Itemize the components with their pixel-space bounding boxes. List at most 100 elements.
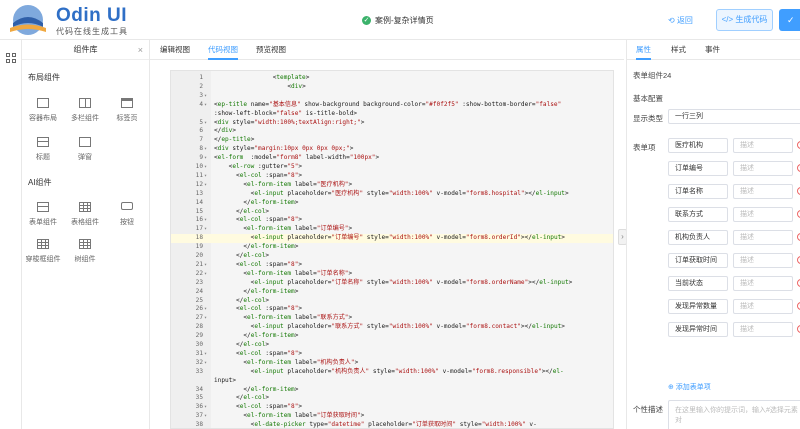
fold-arrow-icon[interactable]: ▾ (204, 119, 210, 128)
code-line[interactable]: 7 </ep-title> (171, 136, 613, 145)
component-transfer[interactable]: 穿梭框组件 (22, 239, 64, 264)
fold-arrow-icon[interactable]: ▾ (204, 163, 210, 172)
code-line[interactable]: 29 </el-form-item> (171, 332, 613, 341)
code-line[interactable]: :show-left-block="false" is-title-bold> (171, 110, 613, 119)
code-line[interactable]: 13 <el-input placeholder="医疗机构" style="w… (171, 190, 613, 199)
fold-arrow-icon[interactable]: ▾ (204, 101, 210, 110)
tab-edit-view[interactable]: 编辑视图 (160, 40, 190, 60)
fold-arrow-icon[interactable]: ▾ (204, 305, 210, 314)
confirm-button[interactable]: ✓ (779, 9, 800, 31)
code-line[interactable]: 9 ▾ <el-form :model="form8" label-width="1… (171, 154, 613, 163)
code-line[interactable]: 37 ▾ <el-form-item label="订单获取时间"> (171, 412, 613, 421)
form-item-desc-input[interactable]: 描述 (733, 322, 793, 337)
component-dialog[interactable]: 弹窗 (64, 137, 106, 162)
code-line[interactable]: 2 <div> (171, 83, 613, 92)
code-line[interactable]: 33 <el-input placeholder="机构负责人" style="… (171, 368, 613, 377)
code-line[interactable]: 15 </el-col> (171, 208, 613, 217)
form-item-label-input[interactable]: 订单编号 (668, 161, 728, 176)
fold-arrow-icon[interactable]: ▾ (204, 154, 210, 163)
form-item-desc-input[interactable]: 描述 (733, 207, 793, 222)
component-form[interactable]: 表单组件 (22, 202, 64, 227)
fold-arrow-icon[interactable]: ▾ (204, 261, 210, 270)
form-item-label-input[interactable]: 医疗机构 (668, 138, 728, 153)
code-line[interactable]: 17 ▾ <el-form-item label="订单编号"> (171, 225, 613, 234)
code-line[interactable]: 31 ▾ <el-col :span="8"> (171, 350, 613, 359)
fold-arrow-icon[interactable]: ▾ (204, 403, 210, 412)
fold-arrow-icon[interactable]: ▾ (204, 314, 210, 323)
form-item-desc-input[interactable]: 描述 (733, 230, 793, 245)
code-line[interactable]: 16 ▾ <el-col :span="8"> (171, 216, 613, 225)
tab-events[interactable]: 事件 (705, 40, 720, 60)
form-item-desc-input[interactable]: 描述 (733, 138, 793, 153)
code-line[interactable]: 12 ▾ <el-form-item label="医疗机构"> (171, 181, 613, 190)
fold-arrow-icon[interactable]: ▾ (204, 225, 210, 234)
code-line[interactable]: 36 ▾ <el-col :span="8"> (171, 403, 613, 412)
code-line[interactable]: 18 <el-input placeholder="订单编号" style="w… (171, 234, 613, 244)
form-item-label-input[interactable]: 当前状态 (668, 276, 728, 291)
code-line[interactable]: 22 ▾ <el-form-item label="订单名称"> (171, 270, 613, 279)
code-line[interactable]: 14 </el-form-item> (171, 199, 613, 208)
generate-code-button[interactable]: </> 生成代码 (716, 9, 773, 31)
form-item-desc-input[interactable]: 描述 (733, 253, 793, 268)
fold-arrow-icon[interactable]: ▾ (204, 350, 210, 359)
code-line[interactable]: 32 ▾ <el-form-item label="机构负责人"> (171, 359, 613, 368)
code-line[interactable]: 19 </el-form-item> (171, 243, 613, 252)
add-form-item-button[interactable]: ⊕ 添加表单项 (668, 382, 711, 392)
code-line[interactable]: 23 <el-input placeholder="订单名称" style="w… (171, 279, 613, 288)
code-line[interactable]: 25 </el-col> (171, 297, 613, 306)
form-item-label-input[interactable]: 订单获取时间 (668, 253, 728, 268)
form-item-desc-input[interactable]: 描述 (733, 161, 793, 176)
form-item-desc-input[interactable]: 描述 (733, 184, 793, 199)
display-type-select[interactable]: 一行三列 (668, 109, 800, 124)
code-line[interactable]: 21 ▾ <el-col :span="8"> (171, 261, 613, 270)
code-line[interactable]: 4 ▾ <ep-title name="基本信息" show-background … (171, 101, 613, 110)
component-multicol[interactable]: 多栏组件 (64, 98, 106, 123)
fold-arrow-icon[interactable]: ▾ (204, 181, 210, 190)
code-line[interactable]: 11 ▾ <el-col :span="8"> (171, 172, 613, 181)
fold-arrow-icon[interactable]: ▾ (204, 145, 210, 154)
code-editor[interactable]: 1 <template> 2 <div> 3 ▾ 4 ▾ <ep-title name="基… (170, 70, 614, 429)
form-item-label-input[interactable]: 发现异常数量 (668, 299, 728, 314)
code-line[interactable]: 28 <el-input placeholder="联系方式" style="w… (171, 323, 613, 332)
custom-desc-textarea[interactable]: 在这里输入你的提示词，输入#选择元素对 (668, 400, 800, 429)
form-item-label-input[interactable]: 订单名称 (668, 184, 728, 199)
form-item-label-input[interactable]: 发现异常时间 (668, 322, 728, 337)
apps-grid-icon[interactable] (6, 53, 16, 63)
tab-styles[interactable]: 样式 (671, 40, 686, 60)
tab-code-view[interactable]: 代码视图 (208, 40, 238, 60)
code-line[interactable]: 38 <el-date-picker type="datetime" place… (171, 421, 613, 428)
code-line[interactable]: 24 </el-form-item> (171, 288, 613, 297)
fold-arrow-icon[interactable]: ▾ (204, 359, 210, 368)
code-line[interactable]: 6 </div> (171, 127, 613, 136)
tab-properties[interactable]: 属性 (636, 40, 651, 60)
code-line[interactable]: 5 ▾ <div style="width:100%;textAlign:right… (171, 119, 613, 128)
close-icon[interactable]: × (138, 40, 143, 60)
component-tree[interactable]: 树组件 (64, 239, 106, 264)
form-item-label-input[interactable]: 机构负责人 (668, 230, 728, 245)
back-button[interactable]: ⟲ 返回 (668, 15, 693, 26)
form-item-label-input[interactable]: 联系方式 (668, 207, 728, 222)
code-line[interactable]: 35 </el-col> (171, 394, 613, 403)
code-line[interactable]: 1 <template> (171, 74, 613, 83)
code-line[interactable]: input> (171, 377, 613, 386)
fold-arrow-icon[interactable]: ▾ (204, 412, 210, 421)
form-item-desc-input[interactable]: 描述 (733, 299, 793, 314)
fold-arrow-icon[interactable]: ▾ (204, 92, 210, 101)
code-line[interactable]: 10 ▾ <el-row :gutter="5"> (171, 163, 613, 172)
fold-arrow-icon[interactable]: ▾ (204, 172, 210, 181)
component-title[interactable]: 标题 (22, 137, 64, 162)
fold-arrow-icon[interactable]: ▾ (204, 270, 210, 279)
form-item-desc-input[interactable]: 描述 (733, 276, 793, 291)
component-container[interactable]: 容器布局 (22, 98, 64, 123)
tab-preview-view[interactable]: 预览视图 (256, 40, 286, 60)
component-tabs[interactable]: 标签页 (106, 98, 148, 123)
component-button[interactable]: 按钮 (106, 202, 148, 227)
fold-arrow-icon[interactable]: ▾ (204, 216, 210, 225)
code-line[interactable]: 26 ▾ <el-col :span="8"> (171, 305, 613, 314)
code-line[interactable]: 8 ▾ <div style="margin:10px 0px 0px 0px;"> (171, 145, 613, 154)
code-line[interactable]: 27 ▾ <el-form-item label="联系方式"> (171, 314, 613, 323)
code-line[interactable]: 20 </el-col> (171, 252, 613, 261)
code-line[interactable]: 34 </el-form-item> (171, 386, 613, 395)
component-table[interactable]: 表格组件 (64, 202, 106, 227)
code-line[interactable]: 3 ▾ (171, 92, 613, 101)
